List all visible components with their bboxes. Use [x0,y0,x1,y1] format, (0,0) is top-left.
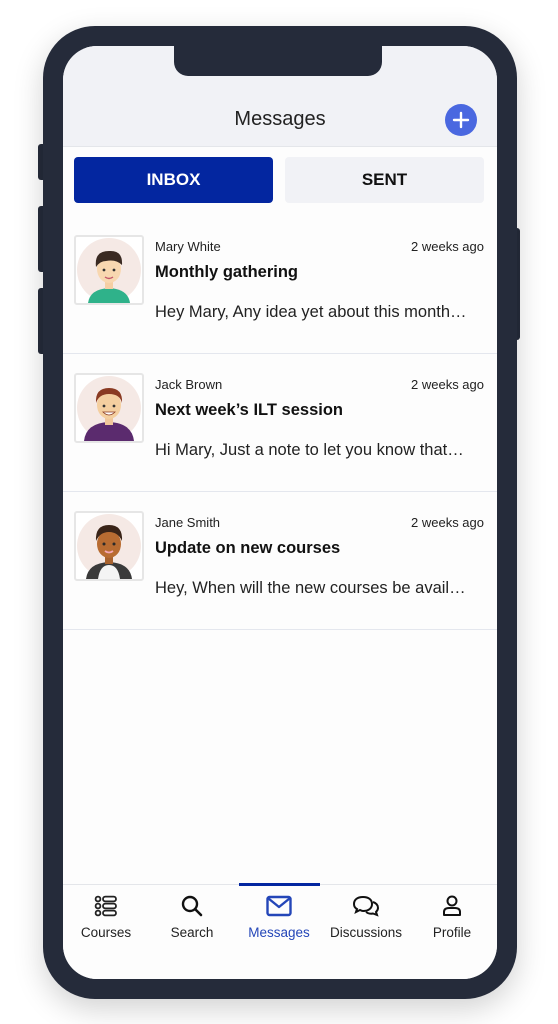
nav-search[interactable]: Search [149,893,235,943]
bottom-nav: Courses Search Messages Discussions Prof… [63,883,497,979]
nav-courses[interactable]: Courses [63,893,149,943]
message-time: 2 weeks ago [411,239,484,254]
nav-label: Messages [248,925,310,940]
new-message-button[interactable] [445,104,477,136]
message-list: Mary White 2 weeks ago Monthly gathering… [63,216,497,630]
profile-icon [443,895,461,916]
message-time: 2 weeks ago [411,377,484,392]
message-item[interactable]: Jack Brown 2 weeks ago Next week’s ILT s… [63,354,497,492]
nav-label: Search [170,925,214,940]
phone-screen: Messages INBOX SENT Mary White 2 weeks a… [63,46,497,979]
page-title: Messages [234,108,326,130]
message-sender: Jack Brown [155,377,223,392]
nav-messages[interactable]: Messages [236,893,322,943]
message-sender: Jane Smith [155,515,221,530]
message-time: 2 weeks ago [411,515,484,530]
mailbox-tabs: INBOX SENT [74,157,486,203]
nav-label: Profile [432,925,472,940]
active-tab-indicator [239,883,320,886]
discussions-icon [352,895,380,917]
plus-icon [452,111,470,129]
message-preview: Hey, When will the new courses be avail… [155,579,466,597]
tab-inbox[interactable]: INBOX [74,157,273,203]
courses-icon [94,895,117,917]
message-subject: Update on new courses [155,539,341,557]
nav-profile[interactable]: Profile [409,893,495,943]
nav-label: Courses [80,925,132,940]
message-preview: Hey Mary, Any idea yet about this month… [155,303,467,321]
message-subject: Monthly gathering [155,263,298,281]
avatar-jack-brown [74,373,144,443]
message-subject: Next week’s ILT session [155,401,343,419]
search-icon [181,895,203,917]
message-item[interactable]: Jane Smith 2 weeks ago Update on new cou… [63,492,497,630]
nav-discussions[interactable]: Discussions [323,893,409,943]
avatar-mary-white [74,235,144,305]
message-item[interactable]: Mary White 2 weeks ago Monthly gathering… [63,216,497,354]
avatar-jane-smith [74,511,144,581]
message-preview: Hi Mary, Just a note to let you know tha… [155,441,464,459]
mail-icon [266,895,292,917]
tab-sent[interactable]: SENT [285,157,484,203]
message-sender: Mary White [155,239,221,254]
notch [174,46,382,76]
nav-label: Discussions [329,925,403,940]
